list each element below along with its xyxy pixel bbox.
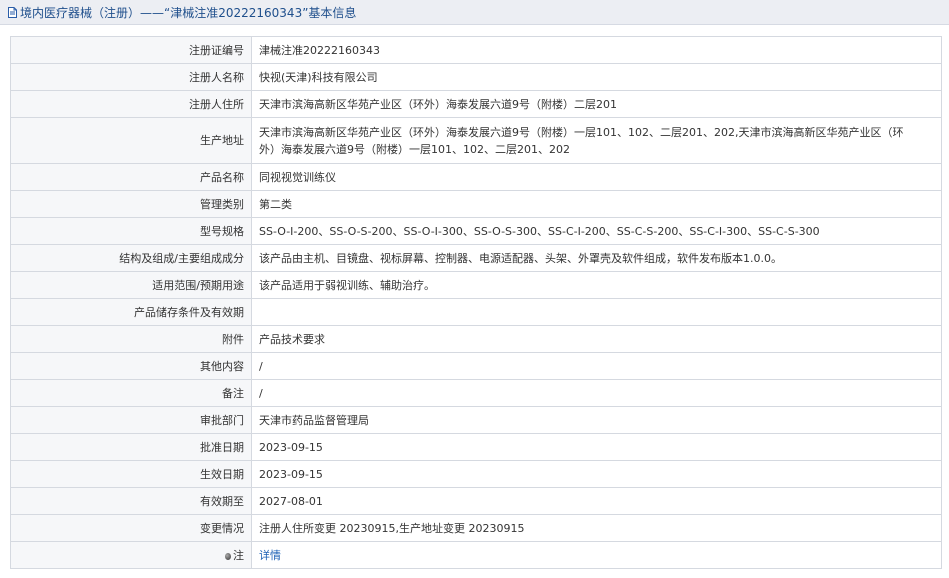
registration-number-value: 津械注准20222160343: [251, 36, 942, 64]
row-label: 生产地址: [10, 117, 252, 164]
table-row: 适用范围/预期用途 该产品适用于弱视训练、辅助治疗。: [10, 271, 942, 299]
table-row: 生效日期 2023-09-15: [10, 460, 942, 488]
row-label: 产品名称: [10, 163, 252, 191]
table-row: 备注 /: [10, 379, 942, 407]
details-link[interactable]: 详情: [259, 549, 281, 562]
table-row: 其他内容 /: [10, 352, 942, 380]
registrant-name-value: 快视(天津)科技有限公司: [251, 63, 942, 91]
row-label: 注册人名称: [10, 63, 252, 91]
row-label: 审批部门: [10, 406, 252, 434]
model-spec-value: SS-O-I-200、SS-O-S-200、SS-O-I-300、SS-O-S-…: [251, 217, 942, 245]
other-content-value: /: [251, 352, 942, 380]
note-value-cell: 详情: [251, 541, 942, 569]
page-header: 境内医疗器械（注册）——“津械注准20222160343”基本信息: [0, 0, 949, 25]
production-address-value: 天津市滨海高新区华苑产业区（环外）海泰发展六道9号（附楼）一层101、102、二…: [251, 117, 942, 164]
table-row: 注册人住所 天津市滨海高新区华苑产业区（环外）海泰发展六道9号（附楼）二层201: [10, 90, 942, 118]
approval-department-value: 天津市药品监督管理局: [251, 406, 942, 434]
document-icon: [8, 6, 17, 18]
production-address-line-2: 外）海泰发展六道9号（附楼）一层101、102、二层201、202: [259, 142, 570, 156]
product-name-value: 同视视觉训练仪: [251, 163, 942, 191]
table-row: 产品名称 同视视觉训练仪: [10, 163, 942, 191]
table-row: 批准日期 2023-09-15: [10, 433, 942, 461]
row-label: 产品储存条件及有效期: [10, 298, 252, 326]
table-row: 产品储存条件及有效期: [10, 298, 942, 326]
table-row: 结构及组成/主要组成成分 该产品由主机、目镜盘、视标屏幕、控制器、电源适配器、头…: [10, 244, 942, 272]
table-row: 管理类别 第二类: [10, 190, 942, 218]
expiry-date-value: 2027-08-01: [251, 487, 942, 515]
attachment-value: 产品技术要求: [251, 325, 942, 353]
row-label: 附件: [10, 325, 252, 353]
row-label: 有效期至: [10, 487, 252, 515]
row-label: 生效日期: [10, 460, 252, 488]
note-bulb-icon: [225, 552, 231, 560]
row-label: 结构及组成/主要组成成分: [10, 244, 252, 272]
structure-composition-value: 该产品由主机、目镜盘、视标屏幕、控制器、电源适配器、头架、外罩壳及软件组成，软件…: [251, 244, 942, 272]
row-label: 管理类别: [10, 190, 252, 218]
approval-date-value: 2023-09-15: [251, 433, 942, 461]
row-label: 备注: [10, 379, 252, 407]
page-title: 境内医疗器械（注册）——“津械注准20222160343”基本信息: [20, 5, 357, 20]
change-history-value: 注册人住所变更 20230915,生产地址变更 20230915: [251, 514, 942, 542]
table-row: 型号规格 SS-O-I-200、SS-O-S-200、SS-O-I-300、SS…: [10, 217, 942, 245]
table-row: 变更情况 注册人住所变更 20230915,生产地址变更 20230915: [10, 514, 942, 542]
registrant-address-value: 天津市滨海高新区华苑产业区（环外）海泰发展六道9号（附楼）二层201: [251, 90, 942, 118]
management-category-value: 第二类: [251, 190, 942, 218]
row-label: 型号规格: [10, 217, 252, 245]
effective-date-value: 2023-09-15: [251, 460, 942, 488]
table-row: 注 详情: [10, 541, 942, 569]
row-label: 适用范围/预期用途: [10, 271, 252, 299]
info-table: 注册证编号 津械注准20222160343 注册人名称 快视(天津)科技有限公司…: [10, 36, 942, 569]
table-row: 注册证编号 津械注准20222160343: [10, 36, 942, 64]
production-address-line-1: 天津市滨海高新区华苑产业区（环外）海泰发展六道9号（附楼）一层101、102、二…: [259, 125, 904, 139]
row-label: 其他内容: [10, 352, 252, 380]
row-label: 变更情况: [10, 514, 252, 542]
table-row: 附件 产品技术要求: [10, 325, 942, 353]
row-label: 注册人住所: [10, 90, 252, 118]
table-row: 注册人名称 快视(天津)科技有限公司: [10, 63, 942, 91]
remarks-value: /: [251, 379, 942, 407]
note-label-cell: 注: [10, 541, 252, 569]
intended-use-value: 该产品适用于弱视训练、辅助治疗。: [251, 271, 942, 299]
storage-conditions-value: [251, 298, 942, 326]
row-label: 批准日期: [10, 433, 252, 461]
row-label: 注: [233, 548, 244, 562]
row-label: 注册证编号: [10, 36, 252, 64]
table-row: 审批部门 天津市药品监督管理局: [10, 406, 942, 434]
table-row: 生产地址 天津市滨海高新区华苑产业区（环外）海泰发展六道9号（附楼）一层101、…: [10, 117, 942, 164]
table-row: 有效期至 2027-08-01: [10, 487, 942, 515]
